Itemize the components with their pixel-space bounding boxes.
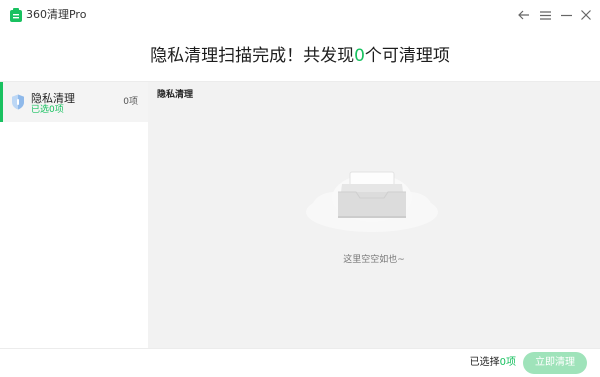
empty-state-text: 这里空空如也~ <box>343 255 405 265</box>
headline-count: 0 <box>354 46 365 66</box>
app-window: 360清理Pro 隐私清理扫描完成！共发现0个可清理项 隐私清理 已选0项 0项… <box>0 0 600 377</box>
sidebar-item-privacy-clean[interactable]: 隐私清理 已选0项 0项 <box>0 82 148 122</box>
sidebar: 隐私清理 已选0项 0项 <box>0 82 148 348</box>
sidebar-item-count: 0项 <box>123 97 138 107</box>
shield-icon <box>12 94 24 110</box>
scan-result-headline: 隐私清理扫描完成！共发现0个可清理项 <box>0 44 600 68</box>
sidebar-item-selected: 已选0项 <box>31 105 64 115</box>
selected-summary: 已选择0项 <box>470 357 516 369</box>
menu-button[interactable] <box>537 7 553 23</box>
sidebar-item-label: 隐私清理 <box>31 92 75 105</box>
selected-prefix: 已选择 <box>469 357 500 368</box>
title-bar: 360清理Pro <box>0 0 600 30</box>
minimize-button[interactable] <box>558 7 574 23</box>
clean-now-button[interactable]: 立即清理 <box>523 352 587 374</box>
selected-count: 0项 <box>499 357 516 368</box>
section-title: 隐私清理 <box>157 90 194 100</box>
minimize-icon <box>560 14 572 16</box>
footer-bar: 已选择0项 立即清理 <box>0 349 600 377</box>
app-logo-icon <box>10 8 22 22</box>
back-arrow-icon <box>518 10 529 20</box>
empty-box-icon <box>306 171 438 232</box>
close-icon <box>581 10 591 20</box>
menu-icon <box>539 10 551 20</box>
close-button[interactable] <box>578 7 594 23</box>
main-panel: 隐私清理 这里空空如也~ <box>148 82 600 348</box>
headline-suffix: 个可清理项 <box>364 46 450 66</box>
headline-prefix: 隐私清理扫描完成！共发现 <box>150 46 355 66</box>
app-title: 360清理Pro <box>26 8 87 21</box>
back-button[interactable] <box>516 7 532 23</box>
